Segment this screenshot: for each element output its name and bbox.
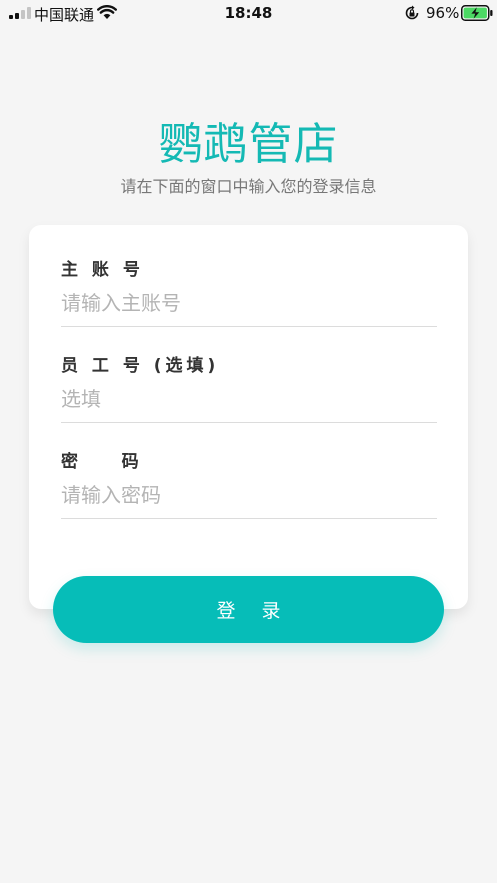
battery-percent: 96%: [426, 4, 460, 22]
account-input[interactable]: [61, 285, 437, 321]
password-input[interactable]: [61, 477, 437, 513]
app-subtitle: 请在下面的窗口中输入您的登录信息: [120, 177, 377, 196]
login-form-card: 主 账 号 员 工 号 (选填) 密 码: [29, 225, 468, 609]
battery-charging-icon: [461, 5, 493, 21]
employee-label: 员 工 号 (选填): [61, 356, 220, 376]
password-label: 密 码: [61, 452, 143, 472]
employee-input[interactable]: [61, 381, 437, 417]
app-title: 鹦鹉管店: [158, 119, 339, 170]
account-label: 主 账 号: [61, 260, 144, 280]
clock-time: 18:48: [224, 4, 273, 22]
status-bar: 中国联通 18:48 96%: [0, 0, 497, 26]
login-button[interactable]: 登 录: [53, 576, 444, 643]
employee-divider: [61, 422, 437, 423]
password-divider: [61, 518, 437, 519]
account-divider: [61, 326, 437, 327]
rotation-lock-icon: [405, 5, 419, 20]
